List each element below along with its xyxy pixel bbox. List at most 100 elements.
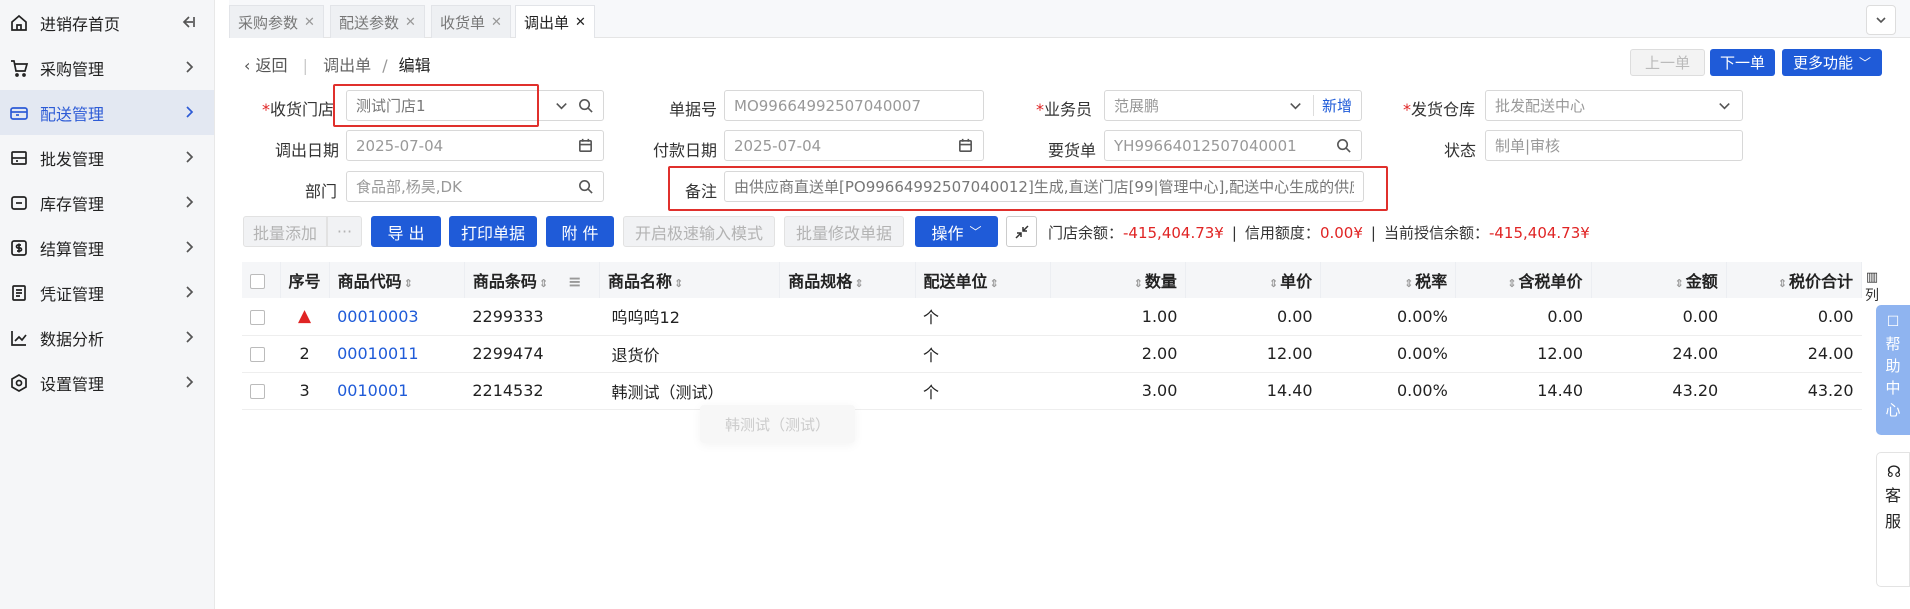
row-checkbox[interactable]	[250, 384, 265, 399]
search-icon[interactable]	[576, 178, 594, 196]
collapse-left-icon[interactable]	[180, 13, 198, 31]
price-cell[interactable]: 0.00	[1185, 298, 1321, 336]
sort-icon[interactable]: ⇕	[1134, 277, 1143, 290]
back-label: 返回	[255, 56, 288, 75]
fast-input-button[interactable]: 开启极速输入模式	[623, 216, 775, 247]
doc-no-value: MO99664992507040007	[734, 96, 921, 115]
prev-button[interactable]: 上一单	[1630, 49, 1705, 76]
help-center-button[interactable]: ☐ 帮助中心	[1876, 305, 1910, 435]
table-row[interactable]: 2 00010011 2299474 退货价 个 2.00 12.00 0.00…	[242, 335, 1862, 373]
calendar-icon[interactable]	[956, 137, 974, 155]
export-button[interactable]: 导 出	[371, 216, 441, 247]
row-select-cell[interactable]	[242, 372, 281, 410]
code-cell[interactable]: 00010011	[329, 335, 465, 373]
dept-field[interactable]: 食品部,杨昊,DK	[346, 171, 604, 202]
code-cell[interactable]: 0010001	[329, 372, 465, 410]
sort-icon[interactable]: ⇕	[1674, 277, 1683, 290]
qty-cell[interactable]: 1.00	[1050, 298, 1186, 336]
close-icon[interactable]: ✕	[304, 15, 315, 30]
sidebar-item-settlement[interactable]: 结算管理	[0, 225, 214, 270]
warehouse-field[interactable]: 批发配送中心	[1485, 90, 1743, 121]
add-salesman-link[interactable]: 新增	[1312, 95, 1352, 116]
header-unit[interactable]: 配送单位 ⇕	[915, 262, 1051, 298]
code-cell[interactable]: 00010003	[329, 298, 465, 336]
request-no-field[interactable]: YH99664012507040001	[1104, 130, 1362, 161]
more-functions-button[interactable]: 更多功能 ﹀	[1782, 49, 1882, 76]
table-row[interactable]: ▲ 00010003 2299333 呜呜呜12 个 1.00 0.00 0.0…	[242, 298, 1862, 336]
print-button[interactable]: 打印单据	[449, 216, 537, 247]
collapse-icon[interactable]	[1006, 216, 1037, 247]
header-qty[interactable]: ⇕ 数量	[1050, 262, 1186, 298]
header-name[interactable]: 商品名称 ⇕	[599, 262, 781, 298]
sort-icon[interactable]: ⇕	[539, 277, 548, 290]
header-tax-price[interactable]: ⇕ 含税单价	[1455, 262, 1592, 298]
sidebar-item-home[interactable]: 进销存首页	[0, 0, 214, 45]
column-settings-button[interactable]: ▥ 列	[1862, 270, 1882, 305]
sidebar-item-wholesale[interactable]: 批发管理	[0, 135, 214, 180]
customer-service-button[interactable]: ☊ 客服	[1876, 452, 1910, 587]
sort-icon[interactable]: ⇕	[1269, 277, 1278, 290]
chevron-down-icon[interactable]	[1866, 5, 1896, 35]
price-cell[interactable]: 12.00	[1185, 335, 1321, 373]
sort-icon[interactable]: ⇕	[1778, 277, 1787, 290]
header-total[interactable]: ⇕ 税价合计	[1726, 262, 1863, 298]
breadcrumb-parent[interactable]: 调出单	[323, 56, 371, 75]
pay-date-field[interactable]: 2025-07-04	[724, 130, 984, 161]
sort-icon[interactable]: ⇕	[404, 277, 413, 290]
tab-transfer-out[interactable]: 调出单 ✕	[515, 5, 595, 38]
sidebar-item-settings[interactable]: 设置管理	[0, 360, 214, 405]
qty-cell[interactable]: 2.00	[1050, 335, 1186, 373]
header-code[interactable]: 商品代码 ⇕	[329, 262, 465, 298]
code-link[interactable]: 00010003	[337, 307, 418, 326]
tax-rate-cell: 0.00%	[1320, 372, 1456, 410]
sort-icon[interactable]: ⇕	[674, 277, 683, 290]
table-row[interactable]: 3 0010001 2214532 韩测试（测试） 个 3.00 14.40 0…	[242, 372, 1862, 410]
row-checkbox[interactable]	[250, 309, 265, 325]
close-icon[interactable]: ✕	[405, 15, 416, 30]
search-icon[interactable]	[1334, 137, 1352, 155]
header-spec[interactable]: 商品规格 ⇕	[779, 262, 916, 298]
select-all-checkbox[interactable]	[250, 273, 265, 289]
more-dots-button[interactable]: ···	[327, 216, 362, 247]
close-icon[interactable]: ✕	[491, 15, 502, 30]
batch-edit-button[interactable]: 批量修改单据	[784, 216, 904, 247]
out-date-field[interactable]: 2025-07-04	[346, 130, 604, 161]
tax-rate-cell: 0.00%	[1320, 298, 1456, 336]
header-tax-rate[interactable]: ⇕ 税率	[1320, 262, 1457, 298]
header-price[interactable]: ⇕ 单价	[1185, 262, 1322, 298]
operate-button[interactable]: 操作 ﹀	[915, 216, 998, 247]
sort-icon[interactable]: ⇕	[990, 277, 999, 290]
sidebar-item-purchase[interactable]: 采购管理	[0, 45, 214, 90]
row-checkbox[interactable]	[250, 347, 265, 362]
qty-cell[interactable]: 3.00	[1050, 372, 1186, 410]
sidebar-item-analytics[interactable]: 数据分析	[0, 315, 214, 360]
sidebar-item-delivery[interactable]: 配送管理	[0, 90, 214, 135]
close-icon[interactable]: ✕	[575, 15, 586, 30]
code-link[interactable]: 00010011	[337, 344, 418, 363]
code-link[interactable]: 0010001	[337, 381, 408, 400]
batch-add-button[interactable]: 批量添加	[243, 216, 327, 247]
doc-no-field[interactable]: MO99664992507040007	[724, 90, 984, 121]
balance-info: 门店余额：-415,404.73¥ | 信用额度：0.00¥ | 当前授信余额：-415…	[1048, 222, 1590, 243]
back-link[interactable]: ‹ 返回	[244, 56, 288, 75]
sidebar-item-inventory[interactable]: 库存管理	[0, 180, 214, 225]
sort-icon[interactable]: ⇕	[1404, 277, 1413, 290]
attachment-button[interactable]: 附 件	[546, 216, 614, 247]
header-amount[interactable]: ⇕ 金额	[1591, 262, 1727, 298]
tab-purchase-params[interactable]: 采购参数 ✕	[229, 5, 324, 38]
sidebar-item-voucher[interactable]: 凭证管理	[0, 270, 214, 315]
calendar-icon[interactable]	[576, 137, 594, 155]
row-select-cell[interactable]	[242, 298, 281, 336]
header-barcode[interactable]: 商品条码 ⇕ ≡	[464, 262, 601, 298]
select-all-cell[interactable]	[242, 262, 281, 298]
menu-icon[interactable]: ≡	[568, 272, 581, 291]
price-cell[interactable]: 14.40	[1185, 372, 1321, 410]
tab-delivery-params[interactable]: 配送参数 ✕	[330, 5, 425, 38]
search-icon[interactable]	[576, 97, 594, 115]
sort-icon[interactable]: ⇕	[1507, 277, 1516, 290]
tab-receipt[interactable]: 收货单 ✕	[431, 5, 511, 38]
salesman-field[interactable]: 范展鹏 新增	[1104, 90, 1362, 121]
row-select-cell[interactable]	[242, 335, 281, 373]
sort-icon[interactable]: ⇕	[854, 277, 863, 290]
next-button[interactable]: 下一单	[1710, 49, 1775, 76]
